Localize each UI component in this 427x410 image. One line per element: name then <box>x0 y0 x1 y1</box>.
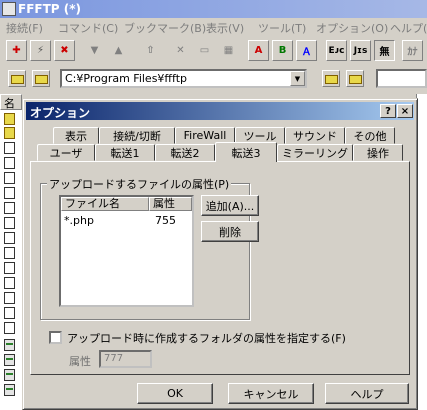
remote-parent-folder-icon[interactable] <box>322 70 340 87</box>
auto-mode-icon[interactable]: Ａ <box>296 40 317 61</box>
local-file-list[interactable]: 名 <box>0 94 22 410</box>
binary-mode-button[interactable]: B <box>272 40 293 61</box>
download-icon[interactable]: ▼ <box>84 40 105 61</box>
dialog-title-bar: オプション ? × <box>26 102 414 120</box>
menu-tools[interactable]: ツール(T) <box>258 20 306 36</box>
file-icon <box>4 202 15 214</box>
tab-display[interactable]: 表示 <box>53 127 99 144</box>
chevron-down-icon[interactable]: ▼ <box>290 71 305 86</box>
folder-attr-input[interactable]: 777 <box>99 350 152 368</box>
file-icon <box>4 277 15 289</box>
upload-attr-group-label: アップロードするファイルの属性(P) <box>47 176 232 192</box>
app-file-icon <box>4 354 15 366</box>
app-title-bar: FFFTP (*) <box>0 0 427 18</box>
tab-sound[interactable]: サウンド <box>285 127 345 144</box>
tab-user[interactable]: ユーザ <box>37 144 95 161</box>
file-icon <box>4 232 15 244</box>
app-icon <box>2 2 16 16</box>
column-header-filename[interactable]: ファイル名 <box>61 197 149 211</box>
remote-open-folder-icon[interactable] <box>346 70 364 87</box>
app-file-icon <box>4 339 15 351</box>
mkdir-icon[interactable]: ▦ <box>218 40 239 61</box>
add-button[interactable]: 追加(A)... <box>201 195 259 216</box>
attr-label: 属性 <box>69 355 91 368</box>
delete-button[interactable]: 削除 <box>201 221 259 242</box>
folder-icon <box>4 113 15 125</box>
app-file-icon <box>4 384 15 396</box>
tab-mirroring[interactable]: ミラーリング <box>277 144 353 161</box>
disconnect-icon[interactable]: ✖ <box>54 40 75 61</box>
no-conversion-button[interactable]: 無 <box>374 40 395 61</box>
local-path-text: C:¥Program Files¥ffftp <box>65 72 187 85</box>
rename-icon[interactable]: ▭ <box>194 40 215 61</box>
toolbar: ✚ ⚡ ✖ ▼ ▲ ⇧ ✕ ▭ ▦ A B Ａ Eᴊᴄ Jɪs 無 ｶﾅ <box>0 38 427 64</box>
file-icon <box>4 262 15 274</box>
tab-connect-disconnect[interactable]: 接続/切断 <box>99 127 175 144</box>
parent-folder-icon[interactable] <box>8 70 26 87</box>
tab-transfer1[interactable]: 転送1 <box>95 144 155 161</box>
file-icon <box>4 187 15 199</box>
kana-button[interactable]: ｶﾅ <box>402 40 423 61</box>
tab-transfer3[interactable]: 転送3 <box>215 142 277 162</box>
open-folder-icon[interactable] <box>32 70 50 87</box>
path-bar: C:¥Program Files¥ffftp ▼ <box>0 66 427 90</box>
options-dialog: オプション ? × 表示 接続/切断 FireWall ツール サウンド その他… <box>22 98 418 410</box>
folder-attr-checkbox-label[interactable]: アップロード時に作成するフォルダの属性を指定する(F) <box>67 330 346 346</box>
file-icon <box>4 217 15 229</box>
file-icon <box>4 247 15 259</box>
cancel-button[interactable]: キャンセル <box>228 383 314 404</box>
help-button[interactable]: ヘルプ <box>325 383 409 404</box>
file-icon <box>4 292 15 304</box>
folder-attr-checkbox[interactable] <box>49 331 62 344</box>
jis-button[interactable]: Jɪs <box>350 40 371 61</box>
connect-icon[interactable]: ✚ <box>6 40 27 61</box>
tab-other[interactable]: その他 <box>345 127 395 144</box>
delete-icon[interactable]: ✕ <box>170 40 191 61</box>
column-header-name[interactable]: 名 <box>0 94 22 110</box>
list-item-filename[interactable]: *.php <box>64 214 94 227</box>
remote-path-combo[interactable] <box>376 69 427 88</box>
menu-bookmark[interactable]: ブックマーク(B) <box>124 20 206 36</box>
tab-transfer2[interactable]: 転送2 <box>155 144 215 161</box>
close-button[interactable]: × <box>397 104 413 118</box>
dialog-title: オプション <box>30 106 91 120</box>
menu-connect[interactable]: 接続(F) <box>6 20 43 36</box>
mirror-upload-icon[interactable]: ⇧ <box>140 40 161 61</box>
menu-options[interactable]: オプション(O) <box>316 20 388 36</box>
file-icon <box>4 307 15 319</box>
menu-help[interactable]: ヘルプ(H) <box>390 20 427 36</box>
file-icon <box>4 142 15 154</box>
menu-command[interactable]: コマンド(C) <box>58 20 118 36</box>
euc-button[interactable]: Eᴊᴄ <box>326 40 347 61</box>
ok-button[interactable]: OK <box>137 383 213 404</box>
file-icon <box>4 322 15 334</box>
file-icon <box>4 172 15 184</box>
ascii-mode-button[interactable]: A <box>248 40 269 61</box>
folder-icon <box>4 127 15 139</box>
tab-operation[interactable]: 操作 <box>353 144 403 161</box>
quick-connect-icon[interactable]: ⚡ <box>30 40 51 61</box>
column-header-attr[interactable]: 属性 <box>149 197 192 211</box>
menu-bar: 接続(F) コマンド(C) ブックマーク(B) 表示(V) ツール(T) オプシ… <box>0 18 427 36</box>
menu-view[interactable]: 表示(V) <box>206 20 244 36</box>
app-file-icon <box>4 369 15 381</box>
list-item-attr[interactable]: 755 <box>155 214 176 227</box>
file-icon <box>4 157 15 169</box>
local-path-combo[interactable]: C:¥Program Files¥ffftp ▼ <box>60 69 307 88</box>
app-title: FFFTP (*) <box>18 2 81 16</box>
help-caption-button[interactable]: ? <box>380 104 396 118</box>
upload-icon[interactable]: ▲ <box>108 40 129 61</box>
attr-list-view[interactable]: ファイル名 属性 *.php 755 <box>59 195 194 307</box>
